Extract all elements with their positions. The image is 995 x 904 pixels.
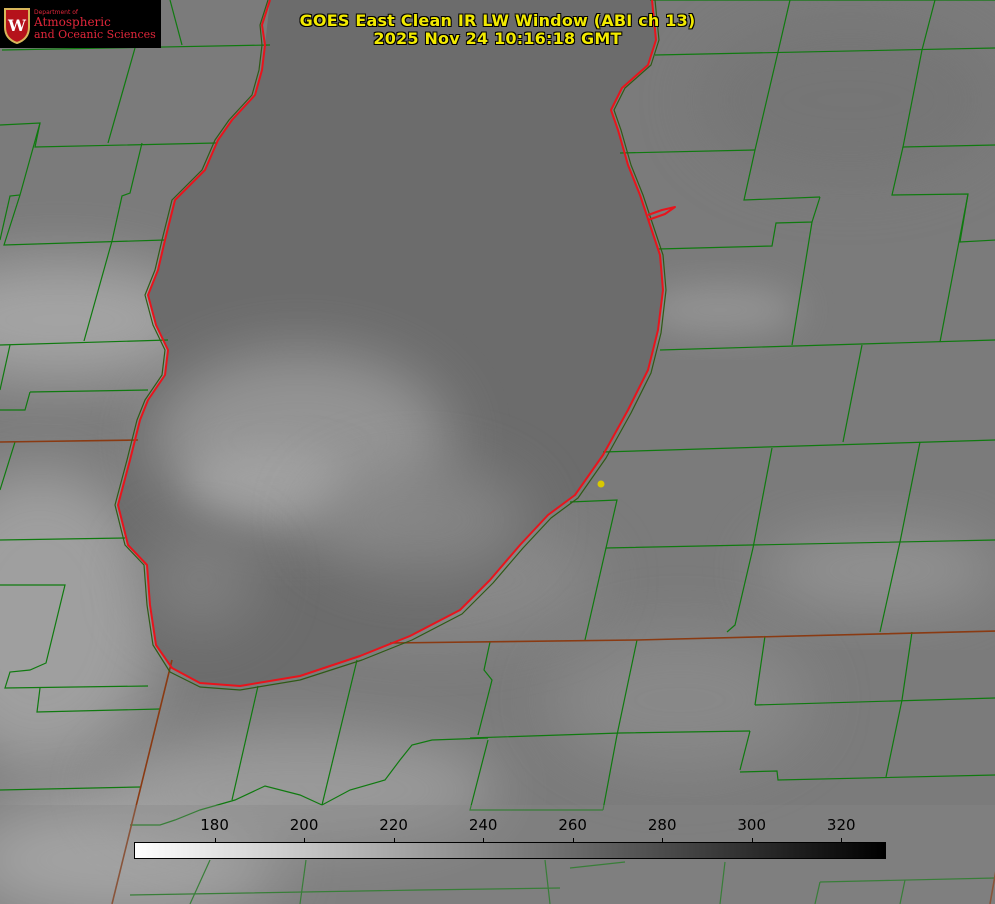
station-marker-dot <box>597 480 605 488</box>
cloud-over-lake <box>140 530 260 630</box>
cloud-over-lake <box>310 465 530 575</box>
cloud-patch <box>550 630 810 770</box>
colorbar-tick-label: 180 <box>200 816 229 834</box>
colorbar-tick-label: 320 <box>826 816 856 834</box>
satellite-map <box>0 0 995 904</box>
colorbar-tick-label: 300 <box>737 816 767 834</box>
colorbar-tick-label: 200 <box>289 816 319 834</box>
image-timestamp: 2025 Nov 24 10:16:18 GMT <box>373 29 622 48</box>
colorbar-tick-label: 220 <box>379 816 408 834</box>
colorbar-tick-label: 240 <box>468 816 498 834</box>
image-title: GOES East Clean IR LW Window (ABI ch 13) <box>299 11 696 30</box>
colorbar-tick-label: 260 <box>558 816 587 834</box>
temperature-colorbar <box>134 842 886 859</box>
colorbar-tick-label: 280 <box>647 816 677 834</box>
satellite-view: W Department of Atmospheric and Oceanic … <box>0 0 995 904</box>
